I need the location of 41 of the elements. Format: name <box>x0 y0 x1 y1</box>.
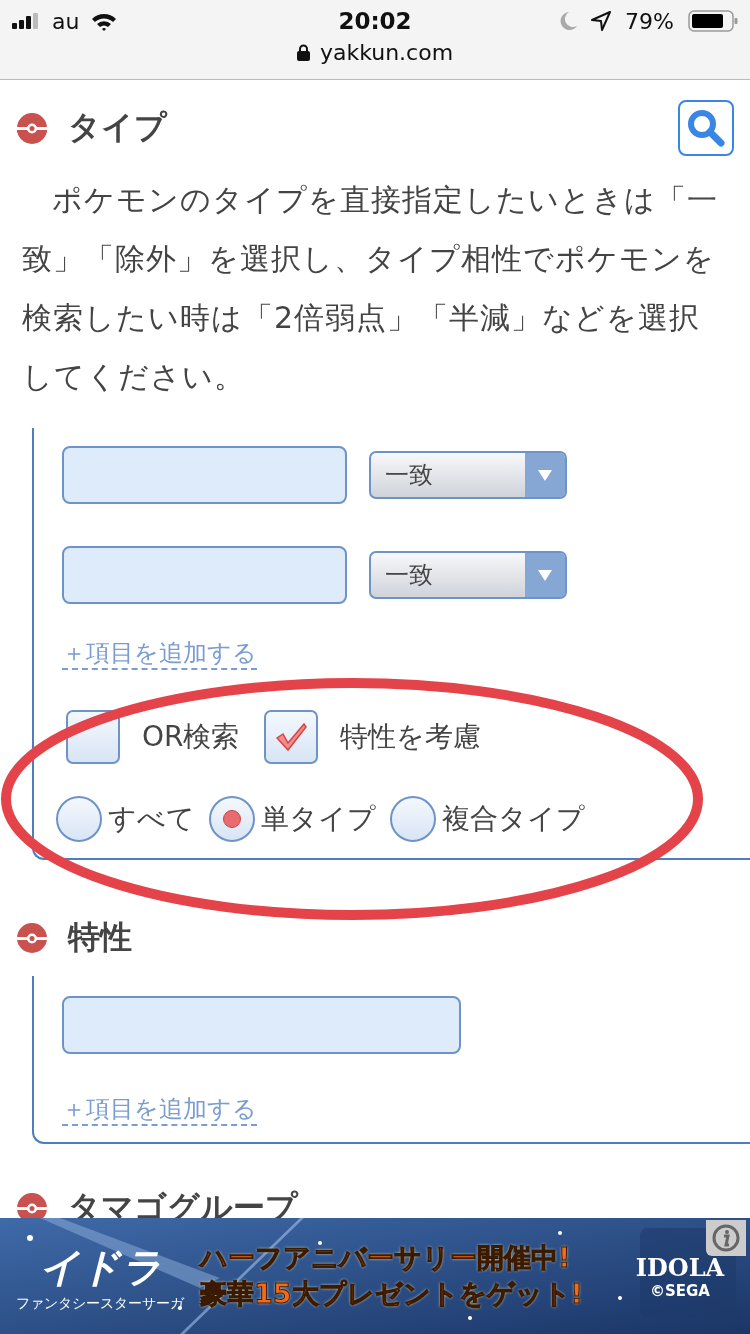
battery-icon <box>688 10 738 32</box>
moon-icon <box>559 11 578 31</box>
section-title: 特性 <box>68 917 132 958</box>
lock-icon <box>296 44 310 61</box>
battery-percent: 79% <box>625 8 674 34</box>
info-icon <box>711 1223 741 1253</box>
ad-copyright: ©SEGA <box>650 1281 710 1300</box>
description-text: ポケモンのタイプを直接指定したいときは「一致」「除外」を選択し、タイプ相性でポケモンを検索したい時は「2倍弱点」「半減」などを選択してください。 <box>21 181 719 396</box>
ad-headline: ハーフアニバーサリー開催中! <box>200 1241 571 1275</box>
ad-logo: IDOLA <box>635 1252 725 1282</box>
checkbox-label: OR検索 <box>142 719 240 755</box>
caret-icon <box>538 469 552 481</box>
signal-icon <box>12 13 40 29</box>
search-icon <box>686 108 726 148</box>
clock-time: 20:02 <box>338 8 412 34</box>
ability-input-field[interactable] <box>62 996 461 1054</box>
radio-button[interactable] <box>390 796 436 842</box>
type-input-field[interactable] <box>62 546 347 604</box>
url-text[interactable]: yakkun.com <box>319 40 454 65</box>
checkbox[interactable] <box>263 710 318 764</box>
match-select[interactable]: 一致 <box>369 451 567 499</box>
radio-label: すべて <box>108 801 195 837</box>
ad-title: イドラ <box>38 1242 162 1292</box>
checkbox-label: 特性を考慮 <box>339 719 481 755</box>
radio-button[interactable] <box>56 796 102 842</box>
caret-icon <box>538 569 552 581</box>
ad-headline: 豪華15大プレゼントをゲット! <box>200 1277 583 1311</box>
checkmark-icon <box>273 722 308 752</box>
radio-label: 複合タイプ <box>442 801 585 837</box>
location-arrow-icon <box>591 11 612 31</box>
section-title: タイプ <box>68 107 167 148</box>
search-button[interactable] <box>678 100 734 156</box>
radio-button[interactable] <box>209 796 255 842</box>
type-input-field[interactable] <box>62 446 347 504</box>
ball-icon <box>16 922 48 954</box>
info-button[interactable] <box>706 1220 746 1256</box>
radio-label: 単タイプ <box>261 801 376 837</box>
ball-icon <box>16 112 48 144</box>
match-select[interactable]: 一致 <box>369 551 567 599</box>
wifi-icon <box>91 11 118 31</box>
carrier-name: au <box>52 8 80 34</box>
